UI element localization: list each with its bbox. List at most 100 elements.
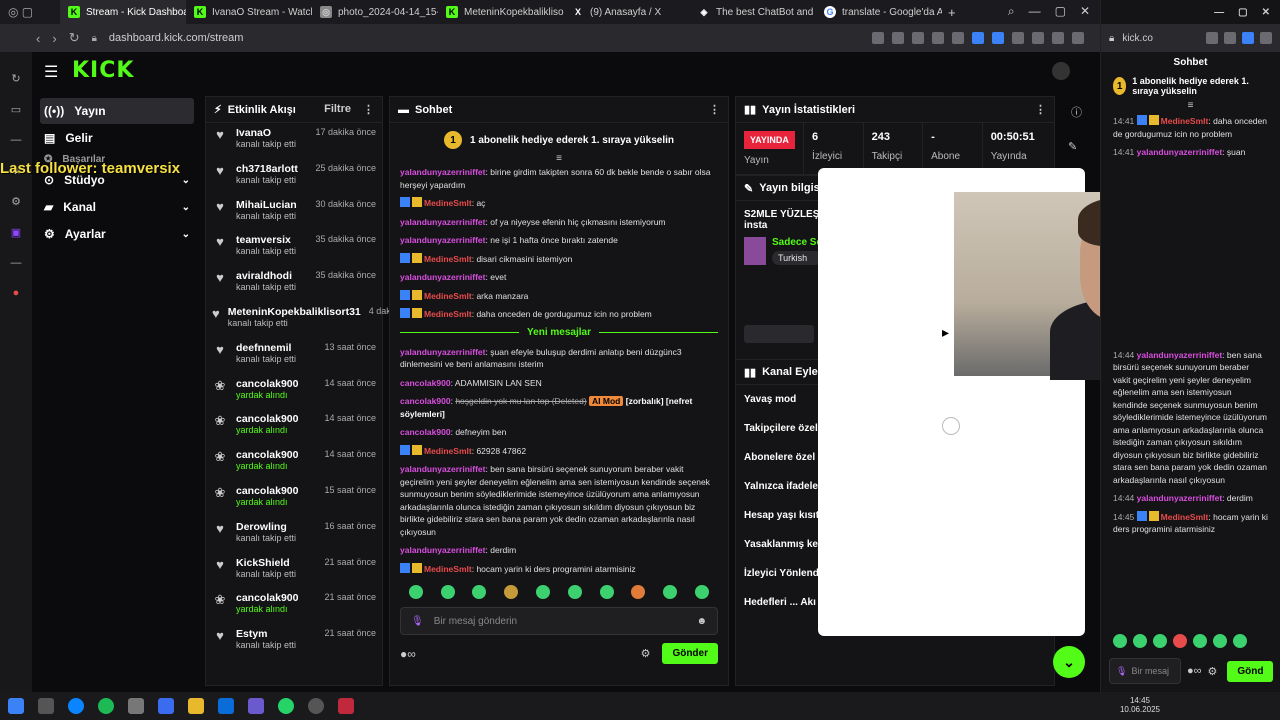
activity-user[interactable]: KickShield <box>236 557 296 569</box>
more-icon[interactable]: ⋮ <box>1035 103 1046 116</box>
chat-username[interactable]: MedineSmlt <box>424 564 472 574</box>
emote-icon[interactable] <box>1113 634 1127 648</box>
activity-item[interactable]: ♥ MihaiLucian kanalı takip etti 30 dakika ö… <box>206 195 382 231</box>
emote-icon[interactable] <box>1173 634 1187 648</box>
youtube-icon[interactable]: ● <box>13 287 20 299</box>
emote-icon[interactable] <box>695 585 710 599</box>
info-icon[interactable]: ⓘ <box>1071 104 1082 120</box>
extension-icon[interactable] <box>912 32 924 44</box>
emote-icon[interactable] <box>472 585 487 599</box>
emote-icon[interactable] <box>440 585 455 599</box>
edge-icon[interactable] <box>68 698 84 714</box>
filter-button[interactable]: Filtre <box>324 103 351 116</box>
scroll-down-button[interactable]: ⌄ <box>1053 646 1085 678</box>
twitch-icon[interactable]: ▣ <box>11 226 21 239</box>
app-icon[interactable] <box>248 698 264 714</box>
start-icon[interactable] <box>8 698 24 714</box>
emote-icon[interactable] <box>504 585 519 599</box>
reload-icon[interactable]: ↻ <box>69 30 80 46</box>
chat-username[interactable]: yalandunyazerriniffet <box>400 217 486 227</box>
popout-send-button[interactable]: Gönd <box>1227 660 1274 682</box>
chat-username[interactable]: cancolak900 <box>400 378 451 388</box>
chat-username[interactable]: yalandunyazerriniffet <box>400 464 486 474</box>
activity-item[interactable]: ❀ cancolak900 yardak alındı 14 saat önce <box>206 374 382 410</box>
back-icon[interactable]: ‹ <box>36 31 40 46</box>
popout-url[interactable]: kick.co <box>1122 33 1153 44</box>
chat-username[interactable]: yalandunyazerriniffet <box>400 347 486 357</box>
chat-username[interactable]: MedineSmlt <box>424 446 472 456</box>
activity-user[interactable]: cancolak900 <box>236 592 298 604</box>
tab-chatbot[interactable]: ◈ The best ChatBot and W <box>690 0 816 24</box>
chat-username[interactable]: cancolak900 <box>400 396 451 406</box>
points-icon[interactable]: ●∞ <box>1187 665 1202 677</box>
activity-item[interactable]: ♥ MeteninKopekbaliklisort31 kanalı takip e… <box>206 302 424 338</box>
emote-icon[interactable] <box>1193 634 1207 648</box>
dash-icon[interactable]: — <box>11 134 22 146</box>
extension-icon[interactable] <box>892 32 904 44</box>
emote-icon[interactable] <box>663 585 678 599</box>
activity-item[interactable]: ♥ IvanaO kanalı takip etti 17 dakika önce <box>206 123 382 159</box>
extension-icon[interactable] <box>872 32 884 44</box>
avatar[interactable] <box>1052 62 1070 80</box>
mic-icon[interactable]: 🎙︎ <box>1116 666 1127 677</box>
activity-item[interactable]: ❀ cancolak900 yardak alındı 14 saat önce <box>206 445 382 481</box>
dash-icon[interactable]: — <box>11 257 22 269</box>
edit-icon[interactable]: ✎ <box>1068 140 1077 153</box>
extension-icon[interactable] <box>1012 32 1024 44</box>
whatsapp-icon[interactable] <box>278 698 294 714</box>
activity-user[interactable]: Derowling <box>236 521 296 533</box>
gear-icon[interactable]: ⚙ <box>641 647 651 660</box>
send-button[interactable]: Gönder <box>662 643 718 664</box>
kick-logo[interactable]: KICK <box>72 58 134 83</box>
activity-item[interactable]: ♥ KickShield kanalı takip etti 21 saat önce <box>206 553 382 589</box>
chat-username[interactable]: MedineSmlt <box>424 309 472 319</box>
chat-username[interactable]: yalandunyazerriniffet <box>1137 147 1223 157</box>
emote-icon[interactable] <box>1133 634 1147 648</box>
extension-icon[interactable] <box>932 32 944 44</box>
activity-user[interactable]: IvanaO <box>236 127 296 139</box>
close-icon[interactable]: ✕ <box>1262 7 1270 18</box>
new-tab-icon[interactable]: + <box>948 5 956 20</box>
tab-x[interactable]: X (9) Anasayfa / X <box>564 0 690 24</box>
extension-icon[interactable] <box>992 32 1004 44</box>
activity-user[interactable]: cancolak900 <box>236 378 298 390</box>
chat-username[interactable]: yalandunyazerriniffet <box>400 545 486 555</box>
activity-item[interactable]: ♥ aviraldhodi kanalı takip etti 35 dakika ö… <box>206 266 382 302</box>
extension-icon[interactable] <box>1206 32 1218 44</box>
tab-photo[interactable]: ◎photo_2024-04-14_15-16 <box>312 0 438 24</box>
menu-icon[interactable] <box>1072 32 1084 44</box>
chat-username[interactable]: MedineSmlt <box>1161 512 1209 522</box>
activity-user[interactable]: MeteninKopekbaliklisort31 <box>228 306 361 318</box>
hamburger-menu-icon[interactable]: ☰ <box>44 62 58 82</box>
download-icon[interactable] <box>1052 32 1064 44</box>
activity-item[interactable]: ❀ cancolak900 yardak alındı 21 saat önce <box>206 588 382 624</box>
expand-icon[interactable]: ≡ <box>390 153 728 164</box>
spotify-icon[interactable] <box>98 698 114 714</box>
activity-user[interactable]: MihaiLucian <box>236 199 297 211</box>
edit-stream-button[interactable] <box>744 325 814 343</box>
extension-icon[interactable] <box>972 32 984 44</box>
maximize-icon[interactable]: ▢ <box>1055 4 1066 19</box>
points-icon[interactable]: ●∞ <box>400 647 416 661</box>
emote-icon[interactable] <box>1213 634 1227 648</box>
extension-icon[interactable] <box>1260 32 1272 44</box>
category-name[interactable]: Sadece Sc <box>772 237 822 248</box>
gear-icon[interactable]: ⚙ <box>1208 665 1218 678</box>
pinned-gift-banner[interactable]: 1 1 abonelik hediye ederek 1. sıraya yük… <box>400 131 718 149</box>
activity-user[interactable]: cancolak900 <box>236 413 298 425</box>
bookmark-icon[interactable]: ▭ <box>11 103 21 116</box>
activity-item[interactable]: ♥ ch3718arlott kanalı takip etti 25 dakika … <box>206 159 382 195</box>
emote-icon[interactable] <box>631 585 646 599</box>
extension-icon[interactable] <box>952 32 964 44</box>
chat-username[interactable]: yalandunyazerriniffet <box>400 235 486 245</box>
activity-item[interactable]: ♥ teamversix kanalı takip etti 35 dakika ön… <box>206 230 382 266</box>
activity-user[interactable]: cancolak900 <box>236 485 298 497</box>
emoji-icon[interactable]: ☻ <box>696 616 707 627</box>
activity-item[interactable]: ♥ Derowling kanalı takip etti 16 saat önce <box>206 517 382 553</box>
chat-username[interactable]: MedineSmlt <box>424 198 472 208</box>
minimize-icon[interactable]: — <box>1029 4 1041 19</box>
emote-icon[interactable] <box>1153 634 1167 648</box>
activity-user[interactable]: teamversix <box>236 234 296 246</box>
sidebar-item-yayin[interactable]: ((•)) Yayın <box>40 98 194 124</box>
url-field[interactable]: dashboard.kick.com/stream <box>109 32 244 44</box>
